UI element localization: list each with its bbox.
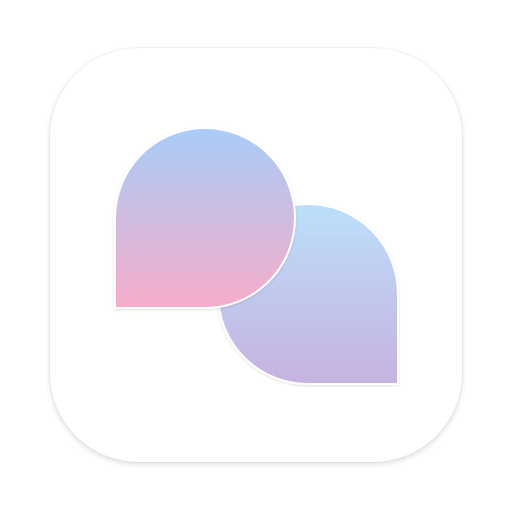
front-bubble [114, 127, 296, 309]
app-icon[interactable] [0, 0, 512, 512]
chat-bubbles-icon [114, 127, 399, 385]
